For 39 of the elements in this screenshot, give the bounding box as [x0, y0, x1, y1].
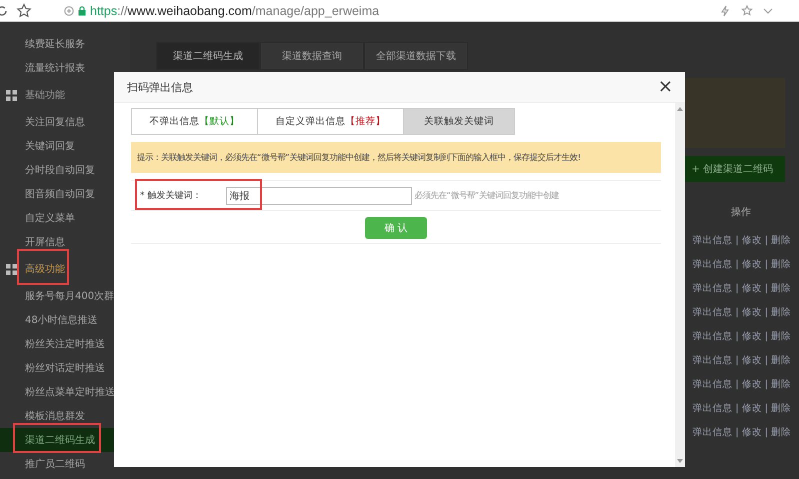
action-links[interactable]: 弹出信息 | 修改 | 删除	[692, 378, 791, 402]
plus-circle-icon[interactable]	[64, 6, 74, 16]
action-links[interactable]: 弹出信息 | 修改 | 删除	[692, 402, 791, 426]
tab[interactable]: 渠道二维码生成	[156, 42, 260, 70]
table-header-cell-text: 操作	[730, 206, 752, 220]
action-links[interactable]: 弹出信息 | 修改 | 删除	[692, 234, 791, 258]
highlight-frame	[17, 249, 69, 285]
field-label: 触发关键词：	[148, 190, 202, 202]
lock-icon[interactable]	[78, 6, 86, 16]
dialog-title: 扫码弹出信息	[127, 80, 193, 94]
scrollbar[interactable]	[675, 103, 685, 467]
section-icon	[6, 264, 17, 274]
keyword-input[interactable]: 海报	[226, 186, 412, 204]
action-links[interactable]: 弹出信息 | 修改 | 删除	[692, 426, 791, 450]
tab[interactable]: 自定义弹出信息【推荐】	[258, 108, 404, 135]
sidebar-item[interactable]: 流量统计报表	[0, 56, 130, 80]
hint-text: 必须先在“微号帮”关键词回复功能中创建	[414, 190, 560, 201]
action-links[interactable]: 弹出信息 | 修改 | 删除	[692, 282, 791, 306]
section-icon	[6, 90, 17, 100]
action-links[interactable]: 弹出信息 | 修改 | 删除	[692, 354, 791, 378]
scroll-down-icon[interactable]	[677, 459, 683, 463]
sidebar-section-title: 高级功能	[25, 262, 65, 276]
action-links[interactable]: 弹出信息 | 修改 | 删除	[692, 306, 791, 330]
required-mark: *	[140, 190, 144, 200]
sidebar-section-title: 基础功能	[25, 88, 65, 102]
star-icon[interactable]	[16, 2, 32, 18]
notice-text: 提示：关联触发关键词，必须先在“微号帮”关键词回复功能中创建，然后将关键词复制到下面的输入框中，保存提交后才生效!	[131, 142, 661, 173]
tab[interactable]: 全部渠道数据下载	[364, 42, 468, 70]
tab[interactable]: 不弹出信息【默认】	[131, 108, 258, 135]
tab[interactable]: 渠道数据查询	[260, 42, 364, 70]
action-links[interactable]: 弹出信息 | 修改 | 删除	[692, 330, 791, 354]
star-icon[interactable]	[741, 4, 753, 16]
action-links[interactable]: 弹出信息 | 修改 | 删除	[692, 258, 791, 282]
lightning-icon[interactable]	[719, 4, 731, 16]
tab[interactable]: 关联触发关键词	[404, 108, 515, 135]
scroll-up-icon[interactable]	[677, 107, 683, 111]
sidebar-item[interactable]: 续费延长服务	[0, 32, 130, 56]
close-button[interactable]: ×	[656, 78, 675, 96]
chevron-down-icon[interactable]	[763, 6, 773, 14]
